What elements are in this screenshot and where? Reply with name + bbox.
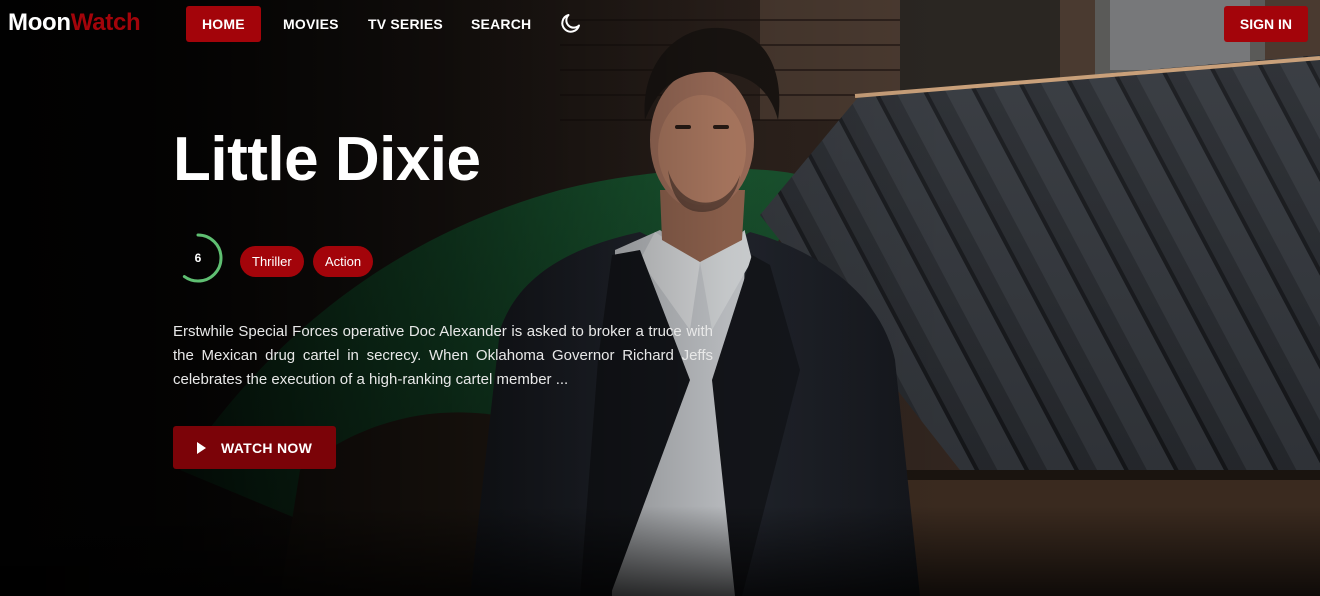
rating-value: 6 (194, 251, 202, 265)
movie-overview: Erstwhile Special Forces operative Doc A… (173, 323, 713, 388)
hero-backdrop (0, 0, 1320, 596)
play-icon (197, 441, 206, 454)
logo-text-moon: Moon (8, 9, 71, 36)
sign-in-button[interactable]: SIGN IN (1223, 6, 1308, 42)
hero-bottom-fade (0, 506, 1320, 596)
movie-title: Little Dixie (173, 125, 481, 194)
logo-text-watch: Watch (70, 9, 141, 36)
genre-tag-thriller[interactable]: Thriller (240, 246, 304, 277)
site-logo[interactable]: MoonWatch (8, 9, 141, 37)
nav-search[interactable]: SEARCH (455, 6, 547, 42)
nav-home[interactable]: HOME (186, 6, 261, 42)
moon-icon[interactable] (559, 11, 583, 35)
watch-now-button[interactable]: WATCH NOW (173, 426, 336, 469)
nav-tv-series[interactable]: TV SERIES (352, 6, 459, 42)
genre-tag-action[interactable]: Action (313, 246, 374, 277)
watch-now-label: WATCH NOW (221, 439, 313, 456)
rating-circle: 6 (173, 232, 223, 284)
movie-meta: 6 Thriller Action (173, 232, 573, 284)
top-navbar: MoonWatch HOME MOVIES TV SERIES SEARCH S… (0, 0, 1320, 48)
nav-movies[interactable]: MOVIES (267, 6, 355, 42)
